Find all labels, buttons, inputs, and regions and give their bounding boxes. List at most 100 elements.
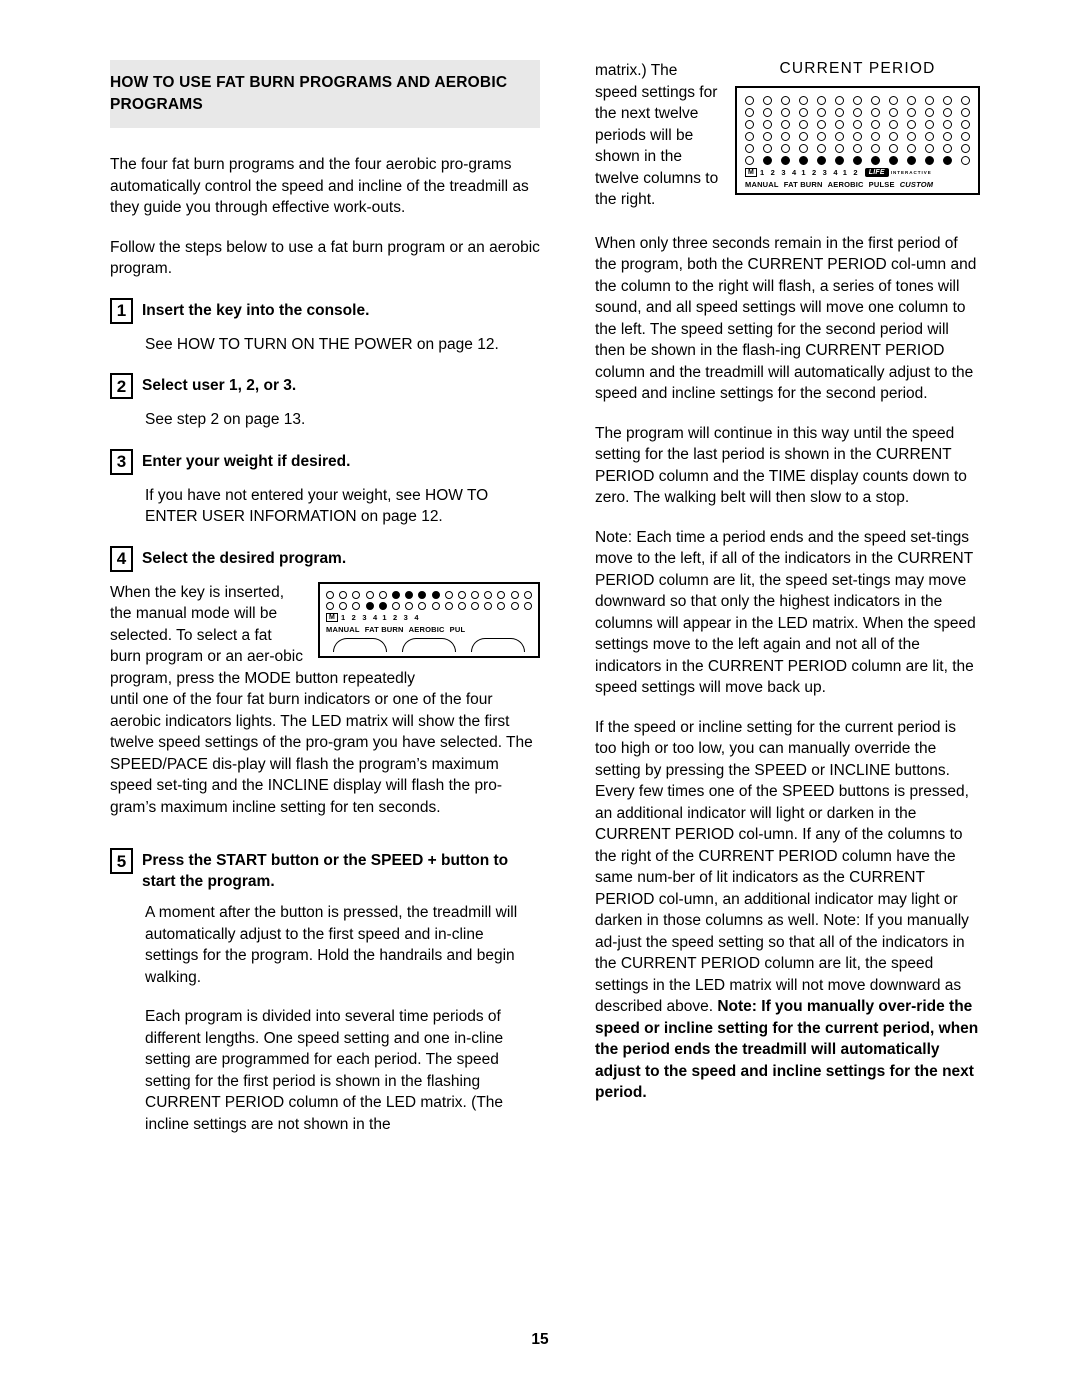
step-1-number: 1 — [110, 297, 133, 324]
step-1-title: Insert the key into the console. — [142, 301, 370, 319]
led-console-small: M 1 2 3 4 1 2 3 4 MANUAL FAT BURN AEROBI… — [318, 581, 540, 658]
led-dot — [405, 601, 414, 610]
pulse-numbers: 1 2 — [842, 168, 860, 177]
label-pulse: PUL — [449, 624, 466, 634]
led-dot — [745, 96, 754, 105]
led-dot — [431, 590, 440, 599]
led-dot — [339, 601, 348, 610]
step-1-body: See HOW TO TURN ON THE POWER on page 12. — [145, 335, 499, 353]
led-dot — [853, 96, 862, 105]
console-mode-names: MANUAL FAT BURN AEROBIC PUL — [326, 625, 532, 634]
step-5-body-1: A moment after the button is pressed, th… — [145, 904, 518, 986]
led-dot — [907, 144, 916, 153]
label-custom: CUSTOM — [899, 180, 934, 189]
left-column: HOW TO USE FAT BURN PROGRAMS AND AEROBIC… — [110, 60, 540, 1135]
led-dot — [763, 120, 772, 129]
right-paragraph-1: When only three seconds remain in the fi… — [595, 234, 977, 403]
led-dot — [943, 132, 952, 141]
led-dot — [763, 156, 772, 165]
led-dot — [853, 156, 862, 165]
led-dot — [835, 144, 844, 153]
led-dot — [497, 601, 506, 610]
step-5-number: 5 — [110, 848, 133, 874]
led-dot — [907, 156, 916, 165]
led-dot — [763, 132, 772, 141]
led-dot — [391, 601, 400, 610]
led-dot — [925, 108, 934, 117]
led-dot — [817, 156, 826, 165]
led-dot — [457, 601, 466, 610]
led-dot — [405, 590, 414, 599]
led-dot — [457, 590, 466, 599]
led-dot — [853, 120, 862, 129]
step-3-body: If you have not entered your weight, see… — [145, 486, 489, 526]
console-button-curves — [326, 637, 532, 652]
aerobic-numbers: 1 2 3 4 — [382, 612, 421, 622]
led-dot — [943, 96, 952, 105]
led-dot — [925, 156, 934, 165]
step-4-body-block: M 1 2 3 4 1 2 3 4 MANUAL FAT BURN AEROBI… — [110, 581, 540, 690]
button-curve-icon — [401, 637, 456, 652]
led-dot — [799, 132, 808, 141]
led-dot — [889, 132, 898, 141]
label-fat-burn: FAT BURN — [364, 624, 404, 634]
led-dot — [799, 120, 808, 129]
led-dot — [471, 590, 480, 599]
console-label-row: M 1 2 3 4 1 2 3 4 — [326, 612, 532, 622]
right-column: CURRENT PERIOD M 1 2 3 4 1 2 3 4 1 2 LIF… — [595, 60, 980, 1122]
mode-indicator-box: M — [745, 168, 758, 177]
step-2: 2 Select user 1, 2, or 3. — [110, 373, 540, 399]
led-dot — [510, 601, 519, 610]
led-dot — [889, 96, 898, 105]
led-dot — [497, 590, 506, 599]
led-dot — [943, 156, 952, 165]
led-dot — [907, 96, 916, 105]
led-dot — [835, 132, 844, 141]
led-dot — [871, 144, 880, 153]
led-dot — [444, 601, 453, 610]
led-dot — [943, 108, 952, 117]
led-dot — [444, 590, 453, 599]
led-dot — [523, 590, 532, 599]
led-dot — [510, 590, 519, 599]
console-figure-small: M 1 2 3 4 1 2 3 4 MANUAL FAT BURN AEROBI… — [318, 581, 540, 658]
right-paragraph-4: If the speed or incline setting for the … — [595, 717, 980, 1104]
led-row — [745, 108, 970, 117]
led-dot — [961, 120, 970, 129]
led-dot — [889, 144, 898, 153]
led-dot — [961, 108, 970, 117]
page-title: HOW TO USE FAT BURN PROGRAMS AND AEROBIC… — [110, 74, 508, 113]
label-fat-burn: FAT BURN — [783, 180, 823, 189]
led-dot — [871, 120, 880, 129]
aerobic-numbers: 1 2 3 4 — [801, 168, 840, 177]
step-3: 3 Enter your weight if desired. — [110, 448, 540, 475]
led-dot — [326, 590, 334, 599]
led-dot — [799, 96, 808, 105]
led-dot — [781, 156, 790, 165]
manual-page: HOW TO USE FAT BURN PROGRAMS AND AEROBIC… — [0, 0, 1080, 1397]
led-dot — [799, 156, 808, 165]
label-aerobic: AEROBIC — [408, 624, 445, 634]
console-figure-large: CURRENT PERIOD M 1 2 3 4 1 2 3 4 1 2 LIF… — [735, 60, 980, 195]
label-manual: MANUAL — [326, 624, 360, 634]
right-paragraph-2: The program will continue in this way un… — [595, 424, 967, 507]
led-dot — [961, 156, 970, 165]
led-dot — [817, 108, 826, 117]
led-dot — [365, 601, 374, 610]
led-dot — [781, 108, 790, 117]
led-dot — [853, 144, 862, 153]
led-dot — [925, 144, 934, 153]
led-dot — [871, 96, 880, 105]
led-dot — [835, 120, 844, 129]
led-row — [745, 144, 970, 153]
right-paragraph-4-normal: If the speed or incline setting for the … — [595, 718, 969, 1016]
led-dot — [745, 132, 754, 141]
led-dot — [853, 108, 862, 117]
led-dot — [961, 96, 970, 105]
intro-paragraph-1: The four fat burn programs and the four … — [110, 156, 529, 216]
logo-subtitle: INTERACTIVE — [890, 170, 932, 175]
led-row — [326, 601, 532, 610]
led-dot — [763, 108, 772, 117]
section-title-bar: HOW TO USE FAT BURN PROGRAMS AND AEROBIC… — [110, 60, 540, 128]
step-3-number: 3 — [110, 448, 133, 475]
